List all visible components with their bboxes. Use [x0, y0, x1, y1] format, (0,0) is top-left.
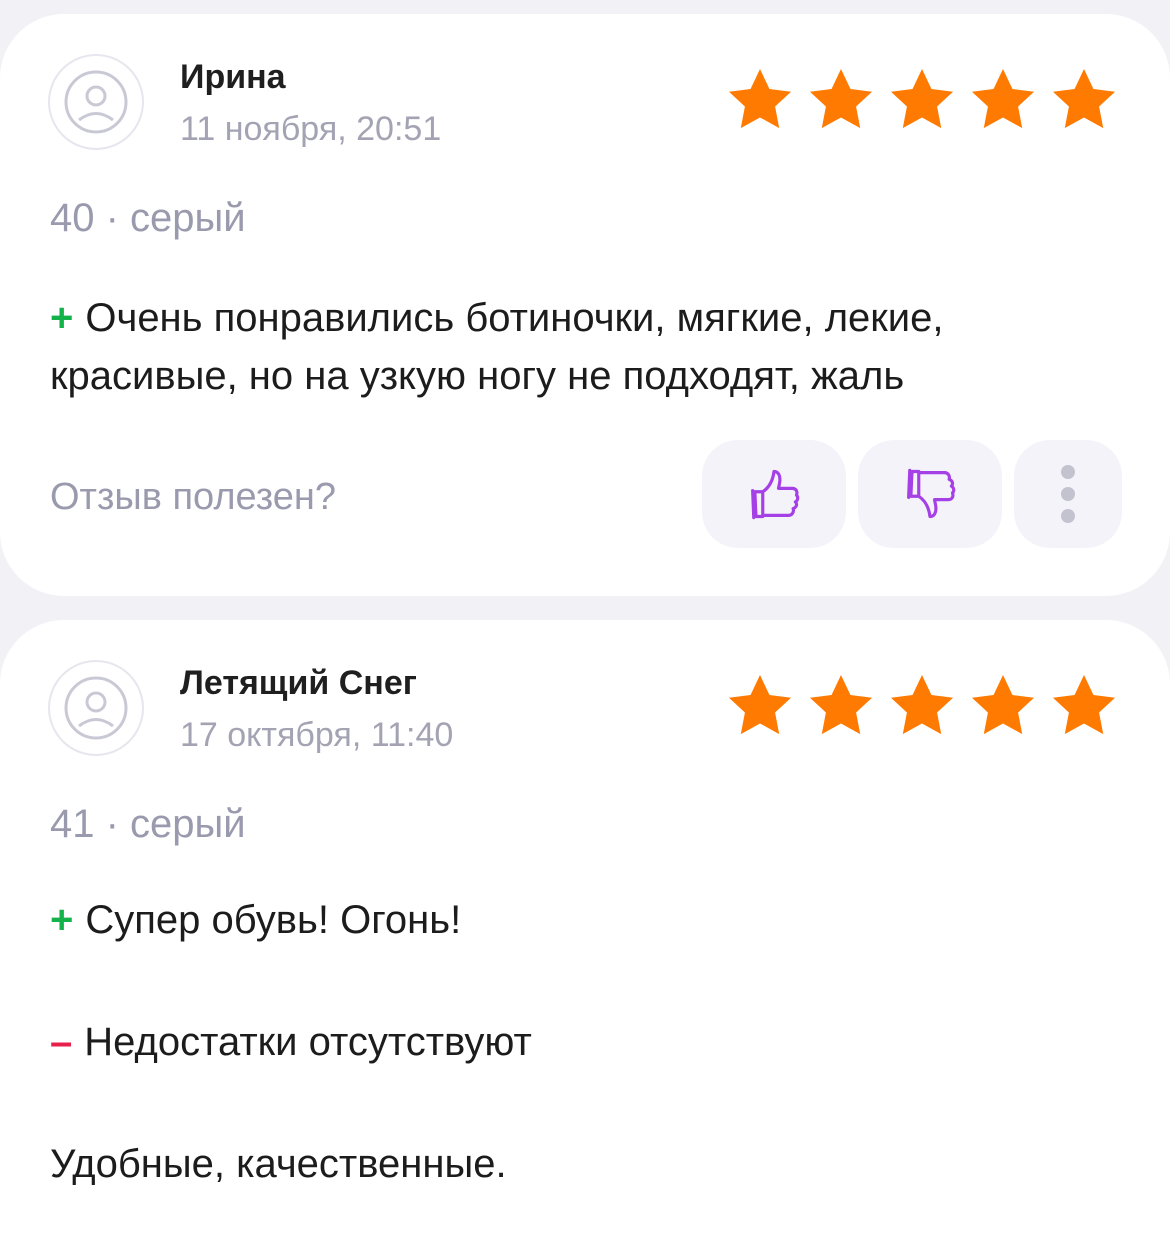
reviewer-name: Ирина — [180, 58, 286, 96]
thumbs-down-icon — [907, 468, 956, 519]
star-icon — [809, 68, 873, 129]
review-date: 11 ноября, 20:51 — [180, 110, 442, 148]
review-comment: Удобные, качественные. — [50, 1142, 507, 1186]
review-date: 17 октября, 11:40 — [180, 716, 454, 754]
reviewer-name: Летящий Снег — [180, 664, 417, 702]
star-icon — [1052, 674, 1116, 735]
star-icon — [890, 674, 954, 735]
star-icon — [728, 68, 792, 129]
dislike-button[interactable] — [858, 440, 1002, 548]
more-options-button[interactable] — [1014, 440, 1122, 548]
review-pros: + Супер обувь! Огонь! — [50, 891, 1120, 949]
pros-text: Очень понравились ботиночки, мягкие, лек… — [50, 296, 944, 398]
review-card: Ирина 11 ноября, 20:51 40 · серый + Очень… — [0, 14, 1170, 596]
pros-text: Супер обувь! Огонь! — [85, 898, 462, 942]
star-icon — [1052, 68, 1116, 129]
rating-stars — [724, 672, 1120, 740]
minus-sign: – — [50, 1020, 73, 1064]
avatar — [48, 660, 144, 756]
size-color-info: 40 · серый — [50, 196, 246, 240]
cons-text: Недостатки отсутствуют — [84, 1020, 532, 1064]
star-icon — [809, 674, 873, 735]
more-vertical-icon — [1061, 465, 1075, 523]
star-icon — [971, 68, 1035, 129]
review-pros: + Очень понравились ботиночки, мягкие, ле… — [50, 289, 1120, 405]
plus-sign: + — [50, 296, 74, 340]
like-button[interactable] — [702, 440, 846, 548]
plus-sign: + — [50, 898, 74, 942]
sad-face-icon — [64, 676, 128, 740]
star-icon — [890, 68, 954, 129]
helpful-label: Отзыв полезен? — [50, 476, 337, 518]
thumbs-up-icon — [751, 469, 800, 520]
star-icon — [971, 674, 1035, 735]
rating-stars — [724, 66, 1120, 134]
review-cons: – Недостатки отсутствуют — [50, 1013, 1120, 1071]
review-card: Летящий Снег 17 октября, 11:40 41 · серы… — [0, 620, 1170, 1260]
avatar — [48, 54, 144, 150]
size-color-info: 41 · серый — [50, 802, 246, 846]
star-icon — [728, 674, 792, 735]
sad-face-icon — [64, 70, 128, 134]
